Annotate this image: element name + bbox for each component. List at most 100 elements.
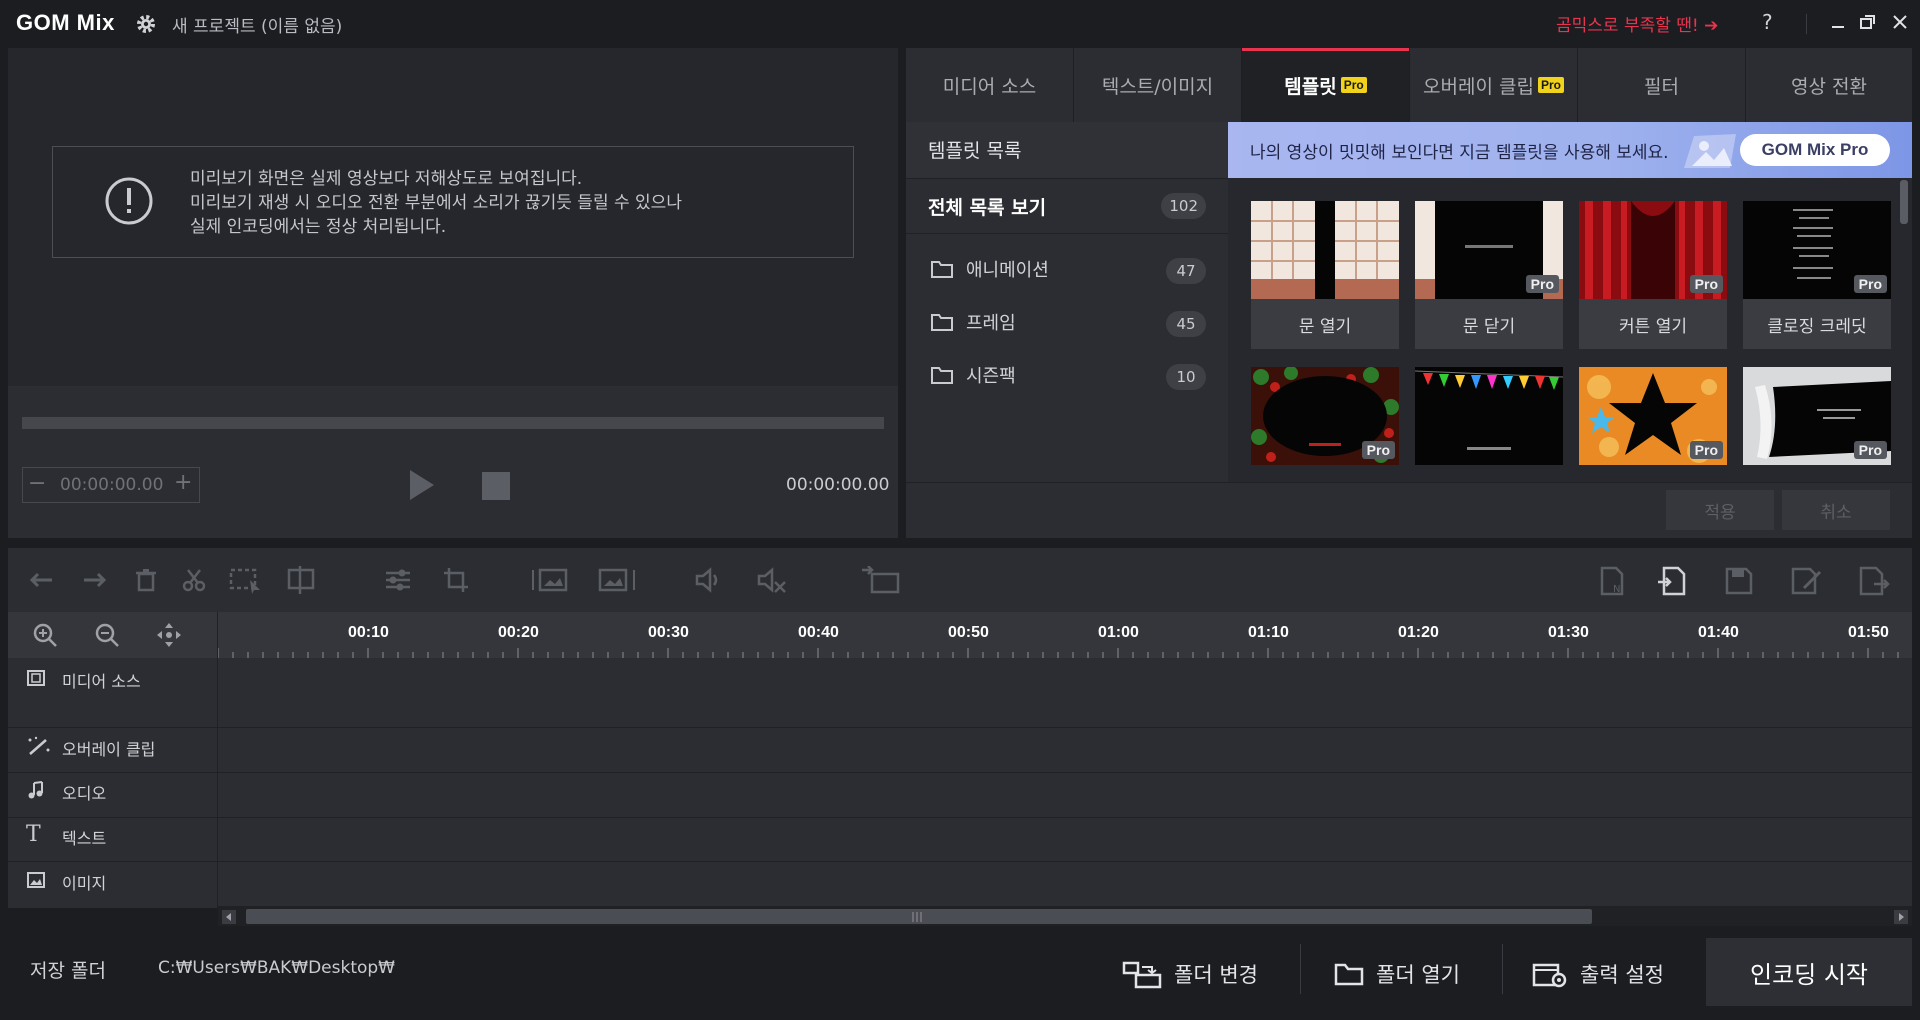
template-label[interactable]: 문 열기 bbox=[1251, 299, 1399, 349]
template-thumbnail[interactable] bbox=[1251, 201, 1399, 299]
tab-transition[interactable]: 영상 전환 bbox=[1746, 48, 1912, 122]
change-folder-button[interactable]: 폴더 변경 bbox=[1122, 948, 1258, 1000]
close-icon[interactable] bbox=[1890, 12, 1910, 32]
tab-text-image[interactable]: 텍스트/이미지 bbox=[1074, 48, 1242, 122]
plus-icon[interactable]: + bbox=[174, 470, 192, 495]
undo-icon[interactable] bbox=[28, 566, 56, 594]
delete-icon[interactable] bbox=[132, 566, 160, 594]
notice-text: 미리보기 재생 시 오디오 전환 부분에서 소리가 끊기듯 들릴 수 있으나 bbox=[190, 193, 682, 213]
open-project-icon[interactable] bbox=[1656, 566, 1688, 596]
template-thumbnail[interactable]: Pro bbox=[1579, 201, 1727, 299]
mute-icon[interactable] bbox=[756, 566, 788, 594]
image-left-icon[interactable] bbox=[530, 566, 572, 594]
tab-template[interactable]: 템플릿 Pro bbox=[1242, 48, 1410, 122]
new-project-icon[interactable]: N bbox=[1598, 566, 1628, 596]
template-label[interactable]: 문 닫기 bbox=[1415, 299, 1563, 349]
stop-button[interactable] bbox=[482, 472, 510, 500]
template-thumbnail[interactable] bbox=[1415, 367, 1563, 465]
track-divider bbox=[217, 612, 218, 908]
category-label: 전체 목록 보기 bbox=[928, 197, 1047, 219]
zoom-in-icon[interactable] bbox=[32, 622, 58, 648]
template-label[interactable]: 클로징 크레딧 bbox=[1743, 299, 1891, 349]
cut-icon[interactable] bbox=[180, 566, 208, 594]
timeline-tick-label: 00:40 bbox=[798, 624, 839, 641]
count-badge: 10 bbox=[1166, 364, 1206, 390]
count-badge: 47 bbox=[1166, 258, 1206, 284]
open-folder-label: 폴더 열기 bbox=[1376, 963, 1460, 987]
magic-wand-icon bbox=[26, 736, 52, 756]
timeline-tick-label: 01:50 bbox=[1848, 624, 1889, 641]
timecode-value[interactable]: 00:00:00.00 bbox=[60, 475, 163, 495]
image-right-icon[interactable] bbox=[596, 566, 638, 594]
category-folder-animation[interactable]: 애니메이션 47 bbox=[906, 244, 1228, 296]
template-label[interactable]: 커튼 열기 bbox=[1579, 299, 1727, 349]
tab-media-source[interactable]: 미디어 소스 bbox=[906, 48, 1074, 122]
folder-icon bbox=[930, 364, 954, 386]
gear-icon[interactable] bbox=[134, 12, 158, 36]
tab-filter[interactable]: 필터 bbox=[1578, 48, 1746, 122]
save-folder-label: 저장 폴더 bbox=[30, 960, 106, 982]
split-icon[interactable] bbox=[286, 566, 322, 594]
timeline-tracks[interactable] bbox=[218, 658, 1912, 908]
template-thumbnail[interactable]: Pro bbox=[1251, 367, 1399, 465]
adjust-icon[interactable] bbox=[384, 566, 412, 594]
apply-button[interactable]: 적용 bbox=[1666, 490, 1774, 530]
playback-controls bbox=[8, 386, 898, 538]
track-label-overlay: 오버레이 클립 bbox=[62, 740, 156, 759]
redo-icon[interactable] bbox=[80, 566, 108, 594]
scroll-left-icon[interactable] bbox=[222, 910, 236, 924]
cancel-button[interactable]: 취소 bbox=[1782, 490, 1890, 530]
restore-icon[interactable] bbox=[1858, 12, 1878, 32]
folder-label: 시즌팩 bbox=[966, 366, 1016, 387]
tab-label: 오버레이 클립 bbox=[1423, 75, 1534, 98]
timeline-tick-label: 00:10 bbox=[348, 624, 389, 641]
warning-icon bbox=[104, 176, 154, 226]
timeline-tick-label: 00:50 bbox=[948, 624, 989, 641]
grid-scrollbar[interactable] bbox=[1900, 180, 1908, 224]
minus-icon[interactable]: − bbox=[28, 471, 46, 496]
save-project-icon[interactable] bbox=[1724, 566, 1754, 596]
promo-link[interactable]: 곰믹스로 부족할 땐! ➔ bbox=[1556, 11, 1718, 36]
gom-mix-pro-button[interactable]: GOM Mix Pro bbox=[1740, 134, 1890, 166]
output-settings-button[interactable]: 출력 설정 bbox=[1532, 948, 1664, 1000]
category-header-label: 템플릿 목록 bbox=[928, 140, 1022, 162]
tab-overlay-clip[interactable]: 오버레이 클립 Pro bbox=[1410, 48, 1578, 122]
grip-icon bbox=[910, 911, 924, 923]
minimize-icon[interactable] bbox=[1828, 12, 1848, 32]
pro-badge: Pro bbox=[1340, 77, 1367, 93]
zoom-out-icon[interactable] bbox=[94, 622, 120, 648]
start-encoding-button[interactable]: 인코딩 시작 bbox=[1706, 938, 1912, 1006]
help-icon[interactable]: ? bbox=[1762, 10, 1773, 34]
tab-label: 필터 bbox=[1644, 75, 1679, 98]
crop-icon[interactable] bbox=[442, 566, 470, 594]
track-label-text: 텍스트 bbox=[62, 829, 107, 848]
save-folder-path: C:₩Users₩BAK₩Desktop₩ bbox=[158, 958, 395, 978]
folder-label: 프레임 bbox=[966, 313, 1016, 334]
notice-text: 실제 인코딩에서는 정상 처리됩니다. bbox=[190, 217, 447, 237]
timeline-tick-label: 01:30 bbox=[1548, 624, 1589, 641]
folder-icon bbox=[1334, 961, 1364, 987]
seek-bar[interactable] bbox=[22, 417, 884, 429]
track-divider bbox=[218, 727, 1912, 728]
select-range-icon[interactable] bbox=[228, 566, 264, 594]
template-thumbnail[interactable]: Pro bbox=[1743, 201, 1891, 299]
scroll-right-icon[interactable] bbox=[1894, 910, 1908, 924]
swap-clip-icon[interactable] bbox=[858, 566, 902, 594]
save-as-icon[interactable] bbox=[1790, 566, 1822, 596]
category-folder-frame[interactable]: 프레임 45 bbox=[906, 297, 1228, 349]
volume-icon[interactable] bbox=[694, 566, 726, 594]
export-project-icon[interactable] bbox=[1858, 566, 1890, 596]
category-folder-season[interactable]: 시즌팩 10 bbox=[906, 350, 1228, 402]
category-all[interactable]: 전체 목록 보기 102 bbox=[906, 178, 1228, 234]
open-folder-button[interactable]: 폴더 열기 bbox=[1334, 948, 1460, 1000]
divider bbox=[1806, 14, 1807, 34]
template-thumbnail[interactable]: Pro bbox=[1415, 201, 1563, 299]
play-button[interactable] bbox=[408, 468, 436, 502]
track-divider bbox=[8, 817, 218, 818]
template-thumbnail[interactable]: Pro bbox=[1579, 367, 1727, 465]
timeline-tick-label: 00:30 bbox=[648, 624, 689, 641]
template-thumbnail[interactable]: Pro bbox=[1743, 367, 1891, 465]
banner-text: 나의 영상이 밋밋해 보인다면 지금 템플릿을 사용해 보세요. bbox=[1250, 143, 1669, 163]
fit-timeline-icon[interactable] bbox=[156, 622, 182, 648]
notice-text: 미리보기 화면은 실제 영상보다 저해상도로 보여집니다. bbox=[190, 169, 583, 189]
